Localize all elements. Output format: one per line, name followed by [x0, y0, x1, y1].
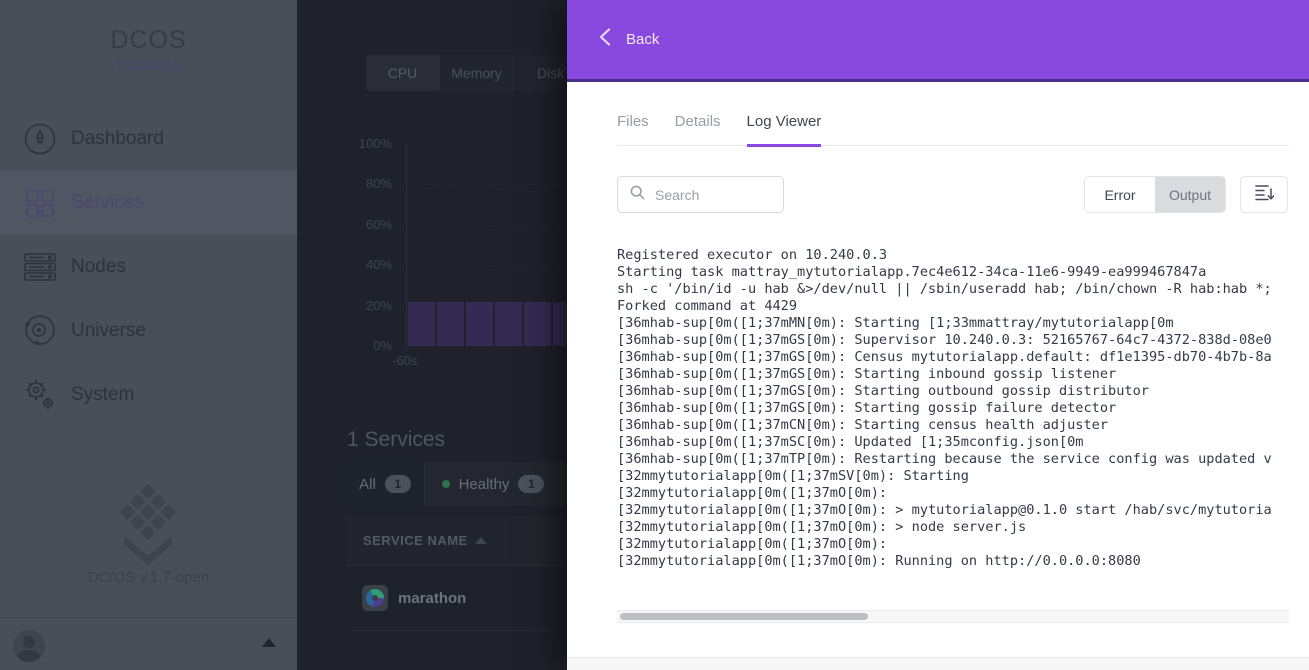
tab-files[interactable]: Files: [617, 104, 649, 145]
task-detail-modal: Back Files Details Log Viewer Error Outp…: [567, 0, 1309, 670]
back-label: Back: [626, 31, 659, 48]
horizontal-scrollbar[interactable]: [617, 610, 1289, 623]
back-button[interactable]: Back: [567, 0, 1309, 82]
app-root: DCOS 10.240.0.2 Dashboard: [0, 0, 1309, 670]
error-log-button[interactable]: Error: [1085, 177, 1155, 212]
log-output: Registered executor on 10.240.0.3 Starti…: [617, 247, 1289, 588]
scrollbar-thumb[interactable]: [620, 613, 868, 620]
modal-backdrop[interactable]: [0, 0, 567, 670]
chevron-left-icon: [599, 28, 611, 51]
download-log-icon: [1254, 183, 1274, 207]
download-log-button[interactable]: [1240, 176, 1288, 213]
output-log-button[interactable]: Output: [1155, 177, 1225, 212]
tab-log-viewer[interactable]: Log Viewer: [747, 104, 822, 147]
log-search: [617, 176, 784, 213]
detail-tabs: Files Details Log Viewer: [617, 104, 1289, 146]
search-icon: [630, 185, 645, 205]
log-type-toggle: Error Output: [1084, 176, 1226, 213]
modal-footer: [567, 657, 1309, 670]
search-input[interactable]: [653, 186, 777, 204]
tab-details[interactable]: Details: [675, 104, 721, 145]
